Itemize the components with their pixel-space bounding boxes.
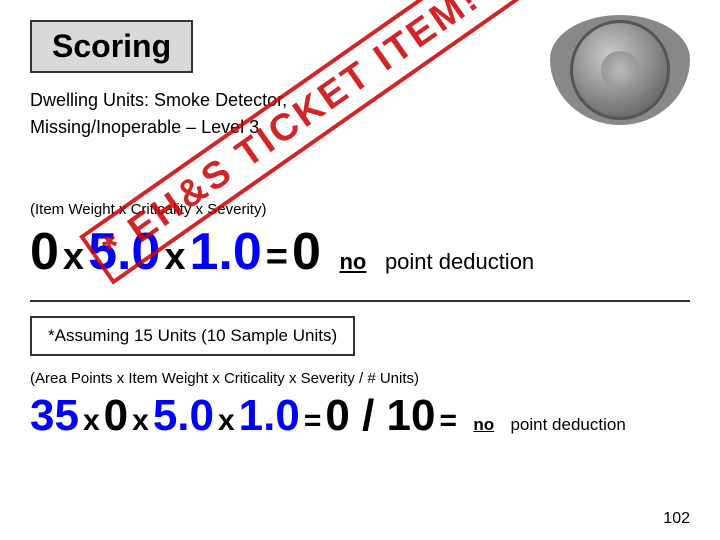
item-weight-num1: 0 — [30, 222, 59, 282]
scoring-box: Scoring — [30, 20, 193, 73]
area-suffix: point deduction — [510, 415, 625, 435]
item-weight-result: 0 — [292, 222, 321, 282]
area-num1: 35 — [30, 391, 79, 441]
page-number: 102 — [663, 510, 690, 528]
item-weight-op3: = — [266, 236, 288, 279]
area-num3: 5.0 — [153, 391, 214, 441]
assuming-box: *Assuming 15 Units (10 Sample Units) — [30, 316, 355, 356]
area-op2: x — [132, 404, 149, 438]
area-result: 0 / 10 — [325, 391, 435, 441]
area-num4: 1.0 — [239, 391, 300, 441]
divider — [30, 300, 690, 302]
area-op3: x — [218, 404, 235, 438]
smoke-detector-circle — [570, 20, 670, 120]
item-weight-suffix: point deduction — [385, 249, 534, 275]
scoring-title: Scoring — [52, 28, 171, 64]
area-no: no — [473, 415, 494, 435]
area-formula-row: 35 x 0 x 5.0 x 1.0 = 0 / 10 = no point d… — [30, 391, 690, 441]
assuming-text: *Assuming 15 Units (10 Sample Units) — [48, 326, 337, 345]
area-label: (Area Points x Item Weight x Criticality… — [30, 370, 690, 387]
item-weight-op1: x — [63, 236, 84, 279]
page: Scoring Dwelling Units: Smoke Detector, … — [0, 0, 720, 540]
item-weight-no: no — [339, 249, 366, 275]
area-op4: = — [304, 404, 322, 438]
area-op1: x — [83, 404, 100, 438]
area-num2: 0 — [104, 391, 128, 441]
area-op5: = — [439, 404, 457, 438]
item-weight-num3: 1.0 — [190, 222, 262, 282]
dwelling-line1: Dwelling Units: Smoke Detector, — [30, 90, 287, 110]
